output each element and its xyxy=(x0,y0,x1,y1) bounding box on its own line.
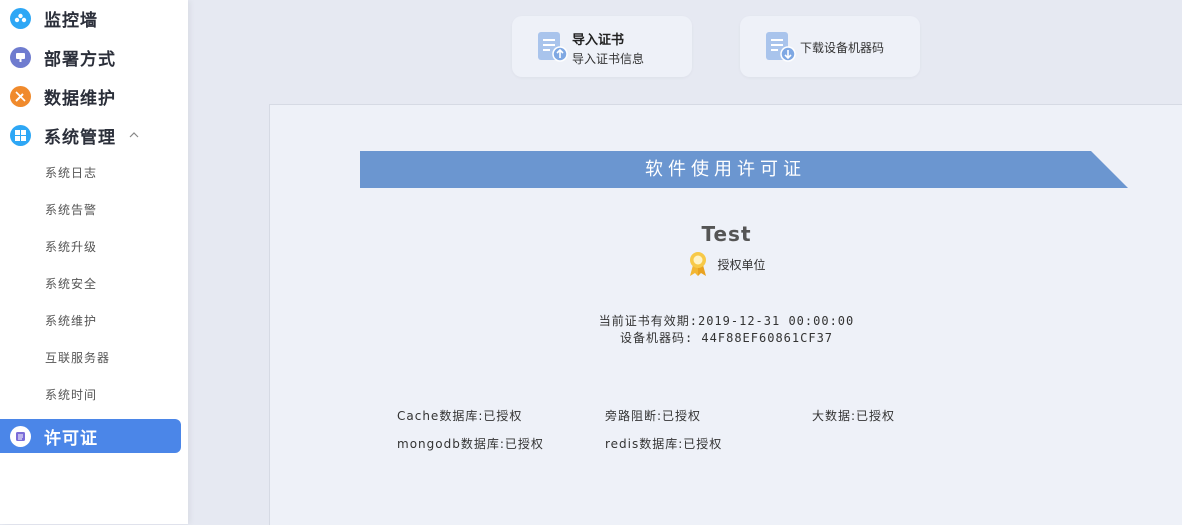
sidebar-item-system-time[interactable]: 系统时间 xyxy=(45,386,97,403)
import-certificate-subtitle: 导入证书信息 xyxy=(572,52,645,66)
license-title: 软件使用许可证 xyxy=(645,159,806,180)
chevron-up-icon[interactable] xyxy=(128,130,140,140)
import-certificate-title: 导入证书 xyxy=(572,33,625,48)
import-certificate-button[interactable]: 导入证书 导入证书信息 xyxy=(512,16,692,77)
org-caption: 授权单位 xyxy=(717,257,766,272)
sidebar-item-system-upgrade[interactable]: 系统升级 xyxy=(45,238,97,255)
sidebar-item-label: 部署方式 xyxy=(44,49,116,70)
sidebar-item-system-log[interactable]: 系统日志 xyxy=(45,164,97,181)
download-icon xyxy=(766,32,796,62)
deploy-icon xyxy=(10,46,31,68)
sidebar-item-system-security[interactable]: 系统安全 xyxy=(45,275,97,292)
tools-icon xyxy=(10,85,31,107)
import-certificate-icon xyxy=(538,32,568,62)
org-caption-row: 授权单位 xyxy=(270,251,1182,277)
sidebar-item-license[interactable]: 许可证 xyxy=(0,419,181,453)
sidebar-item-system-management[interactable]: 系统管理 xyxy=(0,118,181,152)
sidebar-item-deploy[interactable]: 部署方式 xyxy=(0,40,181,74)
feature-bypass-block: 旁路阻断:已授权 xyxy=(605,409,702,423)
sidebar-item-label: 系统管理 xyxy=(44,127,116,148)
licensed-organization: Test xyxy=(701,222,752,246)
download-machine-code-label: 下载设备机器码 xyxy=(800,41,885,55)
sidebar-item-label: 监控墙 xyxy=(44,10,98,31)
license-icon xyxy=(10,425,31,447)
machine-code: 设备机器码: 44F88EF60861CF37 xyxy=(619,331,834,345)
feature-big-data: 大数据:已授权 xyxy=(812,409,896,423)
sidebar-item-label: 数据维护 xyxy=(44,88,116,109)
sidebar-item-data-maintenance[interactable]: 数据维护 xyxy=(0,79,181,113)
download-machine-code-button[interactable]: 下载设备机器码 xyxy=(740,16,920,77)
sidebar: 监控墙 部署方式 数据维护 系统管理 系统日志 系统告警 系统升级 系统安全 系… xyxy=(0,0,188,524)
feature-cache-db: Cache数据库:已授权 xyxy=(397,409,523,423)
award-ribbon-icon xyxy=(690,252,707,276)
feature-redis: redis数据库:已授权 xyxy=(605,437,723,451)
monitor-wall-icon xyxy=(10,7,31,29)
sidebar-item-system-maintenance[interactable]: 系统维护 xyxy=(45,312,97,329)
sidebar-item-interconnect-server[interactable]: 互联服务器 xyxy=(45,349,110,366)
certificate-validity: 当前证书有效期:2019-12-31 00:00:00 xyxy=(598,314,855,328)
sidebar-item-label: 许可证 xyxy=(44,428,98,449)
sidebar-item-monitor-wall[interactable]: 监控墙 xyxy=(0,1,181,35)
windows-icon xyxy=(10,124,31,146)
sidebar-item-system-alarm[interactable]: 系统告警 xyxy=(45,201,97,218)
feature-mongodb: mongodb数据库:已授权 xyxy=(397,437,544,451)
license-panel: 软件使用许可证 Test 授权单位 当前证书有效期:2019-12-31 00:… xyxy=(269,104,1182,525)
